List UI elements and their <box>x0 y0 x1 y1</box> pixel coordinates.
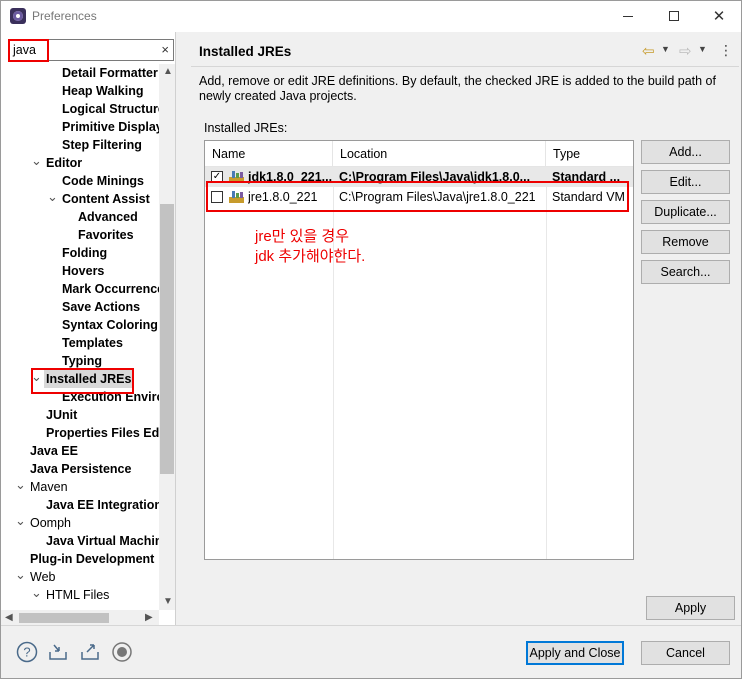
expand-chevron-icon[interactable]: ⌄ <box>31 586 42 604</box>
minimize-icon <box>623 15 633 17</box>
cancel-button[interactable]: Cancel <box>641 641 730 665</box>
scroll-down-icon[interactable]: ▼ <box>163 596 173 607</box>
page-description: Add, remove or edit JRE definitions. By … <box>199 74 716 103</box>
column-header-location[interactable]: Location <box>333 141 546 167</box>
preferences-window: Preferences ✕ java × Detail Formatter Hea… <box>0 0 742 679</box>
tree-item[interactable]: Mark Occurrences <box>60 280 159 298</box>
annotation-line: jdk 추가해야한다. <box>255 248 366 265</box>
title-separator <box>191 66 739 67</box>
tree-item[interactable]: Code Minings <box>60 172 147 190</box>
page-nav: ⇦ ▼ ⇨ ▼ ⋮ <box>639 42 739 60</box>
tree-item[interactable]: Folding <box>60 244 110 262</box>
tree-item[interactable]: Primitive Display <box>60 118 159 136</box>
tree-item[interactable]: Java EE <box>28 442 81 460</box>
tree-item[interactable]: Editor <box>44 154 85 172</box>
scroll-left-icon[interactable]: ◀ <box>5 612 13 623</box>
forward-arrow-icon[interactable]: ⇨ <box>679 42 692 60</box>
view-menu-icon[interactable]: ⋮ <box>719 42 733 59</box>
help-icon[interactable]: ? <box>16 641 38 663</box>
tree-item[interactable]: Syntax Coloring <box>60 316 159 334</box>
import-icon[interactable] <box>47 641 69 663</box>
tree-item[interactable]: Maven <box>28 478 71 496</box>
svg-text:?: ? <box>23 645 30 660</box>
tree-item[interactable]: Step Filtering <box>60 136 145 154</box>
tree-item[interactable]: Detail Formatter <box>60 64 159 82</box>
tree-item[interactable]: Content Assist <box>60 190 153 208</box>
tree-item[interactable]: Hovers <box>60 262 107 280</box>
expand-chevron-icon[interactable]: ⌄ <box>15 568 26 586</box>
jre-table-header: Name Location Type <box>205 141 633 167</box>
maximize-button[interactable] <box>659 5 689 27</box>
tree-item[interactable]: Favorites <box>76 226 137 244</box>
column-header-name[interactable]: Name <box>205 141 333 167</box>
preference-page: Installed JREs ⇦ ▼ ⇨ ▼ ⋮ Add, remove or … <box>177 32 741 625</box>
column-divider <box>546 167 547 559</box>
annotation-line: jre만 있을 경우 <box>255 228 350 245</box>
forward-menu-chevron-icon[interactable]: ▼ <box>698 44 707 54</box>
tree-item[interactable]: Logical Structure <box>60 100 159 118</box>
tree-item[interactable]: Web <box>28 568 58 586</box>
tree-vertical-scrollbar[interactable]: ▲ ▼ <box>159 64 175 610</box>
tree-item[interactable]: Java Persistence <box>28 460 134 478</box>
scroll-right-icon[interactable]: ▶ <box>145 612 153 623</box>
preference-tree-pane: java × Detail Formatter Heap Walking Logic… <box>1 32 176 626</box>
export-icon[interactable] <box>79 641 101 663</box>
tree-horizontal-scroll-thumb[interactable] <box>19 613 109 623</box>
edit-button[interactable]: Edit... <box>641 170 730 194</box>
window-title: Preferences <box>32 9 97 23</box>
tree-item[interactable]: Save Actions <box>60 298 143 316</box>
title-bar: Preferences ✕ <box>1 1 741 32</box>
annotation-note: jre만 있을 경우 jdk 추가해야한다. <box>255 227 365 267</box>
expand-chevron-icon[interactable]: ⌄ <box>15 514 26 532</box>
back-menu-chevron-icon[interactable]: ▼ <box>661 44 670 54</box>
tree-item[interactable]: Java Virtual Machine <box>44 532 159 550</box>
tree-item[interactable]: Oomph <box>28 514 74 532</box>
tree-item[interactable]: Plug-in Development <box>28 550 157 568</box>
preference-tree: Detail Formatter Heap Walking Logical Stru… <box>1 64 159 625</box>
add-button[interactable]: Add... <box>641 140 730 164</box>
close-button[interactable]: ✕ <box>704 5 734 27</box>
column-divider <box>333 167 334 559</box>
expand-chevron-icon[interactable]: ⌄ <box>15 478 26 496</box>
column-header-type[interactable]: Type <box>546 141 633 167</box>
back-arrow-icon[interactable]: ⇦ <box>642 42 655 60</box>
scroll-up-icon[interactable]: ▲ <box>163 66 173 77</box>
search-button[interactable]: Search... <box>641 260 730 284</box>
page-title: Installed JREs <box>199 44 292 59</box>
remove-button[interactable]: Remove <box>641 230 730 254</box>
eclipse-app-icon <box>10 8 26 24</box>
clear-filter-icon[interactable]: × <box>161 42 169 57</box>
installed-jres-label: Installed JREs: <box>204 121 288 135</box>
tree-item[interactable]: Templates <box>60 334 126 352</box>
footer-separator <box>1 625 741 626</box>
expand-chevron-icon[interactable]: ⌄ <box>47 190 58 208</box>
tree-item[interactable]: JUnit <box>44 406 80 424</box>
duplicate-button[interactable]: Duplicate... <box>641 200 730 224</box>
tree-item[interactable]: Heap Walking <box>60 82 147 100</box>
close-icon: ✕ <box>712 8 726 25</box>
highlight-box-jre-row <box>206 181 629 212</box>
apply-and-close-button[interactable]: Apply and Close <box>526 641 624 665</box>
tree-item[interactable]: Properties Files Editor <box>44 424 159 442</box>
tree-horizontal-scrollbar[interactable]: ◀ ▶ <box>1 610 159 626</box>
highlight-box-filter <box>8 39 49 62</box>
tree-item[interactable]: Advanced <box>76 208 141 226</box>
tree-item[interactable]: Java EE Integration <box>44 496 159 514</box>
tree-item[interactable]: HTML Files <box>44 586 112 604</box>
expand-chevron-icon[interactable]: ⌄ <box>31 154 42 172</box>
minimize-button[interactable] <box>613 5 643 27</box>
apply-button[interactable]: Apply <box>646 596 735 620</box>
highlight-box-installed-jres <box>31 368 134 394</box>
record-icon[interactable] <box>111 641 133 663</box>
tree-vertical-scroll-thumb[interactable] <box>160 204 174 474</box>
maximize-icon <box>669 11 679 21</box>
